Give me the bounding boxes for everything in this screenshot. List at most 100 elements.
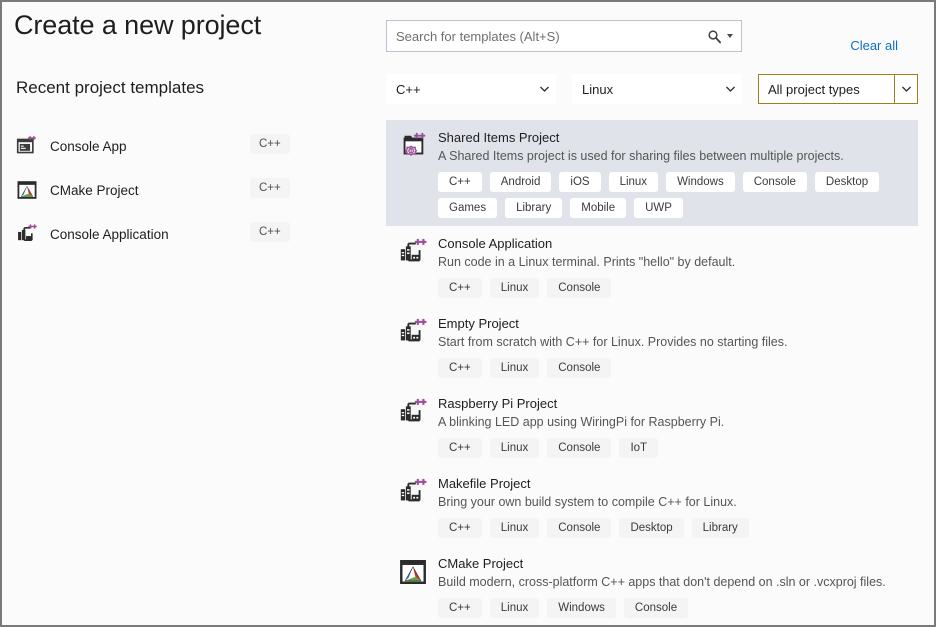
template-title: CMake Project [438,555,918,572]
template-tag: C++ [438,598,482,618]
template-tag: Console [547,358,611,378]
template-description: Bring your own build system to compile C… [438,494,918,511]
template-list-item[interactable]: Console Application Run code in a Linux t… [386,226,918,306]
template-tag: IoT [619,438,658,458]
recent-template-name: Console Application [50,227,169,242]
template-tag: Linux [490,358,540,378]
template-tag: Windows [547,598,616,618]
template-body: Raspberry Pi Project A blinking LED app u… [438,395,918,458]
template-body: Makefile Project Bring your own build sys… [438,475,918,538]
recent-templates-list: Console App C++ CMake Project C++ Console … [2,124,370,256]
template-tag: Windows [666,172,735,192]
recent-template-name: CMake Project [50,183,139,198]
template-tag: Console [547,438,611,458]
create-new-project-dialog: Create a new project Recent project temp… [0,0,936,627]
template-tag: Linux [490,598,540,618]
template-tag: Library [505,198,562,218]
recent-template-item[interactable]: Console Application C++ [2,212,370,256]
template-tag: Android [490,172,552,192]
search-adornments[interactable] [707,29,741,44]
template-tag: C++ [438,358,482,378]
template-body: CMake Project Build modern, cross-platfor… [438,555,918,618]
language-filter-value: C++ [387,82,533,97]
template-tag-row: C++ Linux Console [438,278,908,298]
template-body: Console Application Run code in a Linux t… [438,235,918,298]
template-body: Empty Project Start from scratch with C++… [438,315,918,378]
recent-template-item[interactable]: CMake Project C++ [2,168,370,212]
template-tag: Console [547,278,611,298]
template-title: Shared Items Project [438,129,918,146]
cpp-project-icon [398,317,428,347]
template-description: A Shared Items project is used for shari… [438,148,918,165]
template-tag: Linux [490,278,540,298]
template-description: Run code in a Linux terminal. Prints "he… [438,254,918,271]
template-title: Raspberry Pi Project [438,395,918,412]
cpp-project-icon [398,237,428,267]
template-list[interactable]: Shared Items Project A Shared Items proje… [386,120,918,618]
cmake-project-icon [398,557,428,587]
template-tag-row: C++ Linux Console IoT [438,438,908,458]
template-title: Console Application [438,235,918,252]
chevron-down-icon[interactable] [533,75,555,103]
template-tag: Console [624,598,688,618]
template-tag: Linux [609,172,659,192]
template-tag-row: C++LinuxConsoleDesktopLibrary [438,518,908,538]
template-tag: Games [438,198,497,218]
chevron-down-icon[interactable] [719,75,741,103]
template-description: Start from scratch with C++ for Linux. P… [438,334,918,351]
template-list-item[interactable]: Shared Items Project A Shared Items proje… [386,120,918,226]
template-tag: UWP [634,198,683,218]
shared-items-icon [398,131,428,161]
template-tag: C++ [438,438,482,458]
template-tag: iOS [559,172,600,192]
page-title: Create a new project [14,10,261,41]
template-list-item[interactable]: Empty Project Start from scratch with C++… [386,306,918,386]
template-list-item[interactable]: Raspberry Pi Project A blinking LED app u… [386,386,918,466]
template-tag-row: C++ Linux Console [438,358,908,378]
template-tag: C++ [438,278,482,298]
filter-row: C++ Linux All project types [370,74,934,106]
platform-filter-value: Linux [573,82,719,97]
template-list-item[interactable]: CMake Project Build modern, cross-platfor… [386,546,918,618]
template-tag: C++ [438,172,482,192]
recent-template-language: C++ [250,134,290,154]
template-tag: Desktop [815,172,879,192]
template-tag: Linux [490,438,540,458]
search-box[interactable] [386,20,742,52]
search-icon[interactable] [707,29,722,44]
template-tag-row: C++ Linux Windows Console [438,598,908,618]
recent-template-language: C++ [250,222,290,242]
template-tag: Library [692,518,749,538]
chevron-down-icon[interactable] [894,75,917,103]
platform-filter[interactable]: Linux [572,74,742,104]
template-tag: Linux [490,518,540,538]
project-type-filter[interactable]: All project types [758,74,918,104]
recent-templates-heading: Recent project templates [16,78,204,98]
template-tag: C++ [438,518,482,538]
template-list-item[interactable]: Makefile Project Bring your own build sys… [386,466,918,546]
recent-template-item[interactable]: Console App C++ [2,124,370,168]
recent-template-language: C++ [250,178,290,198]
right-panel: Clear all C++ Linux All project types Shar… [370,2,934,625]
console-application-icon [16,223,38,245]
template-tag: Console [547,518,611,538]
template-description: Build modern, cross-platform C++ apps th… [438,574,918,591]
template-tag: Console [743,172,807,192]
console-app-icon [16,135,38,157]
template-body: Shared Items Project A Shared Items proje… [438,129,918,218]
language-filter[interactable]: C++ [386,74,556,104]
cpp-project-icon [398,397,428,427]
template-description: A blinking LED app using WiringPi for Ra… [438,414,918,431]
template-tag: Mobile [570,198,626,218]
chevron-down-icon[interactable] [727,34,733,38]
left-panel: Create a new project Recent project temp… [2,2,370,625]
project-type-filter-value: All project types [759,82,894,97]
template-tag-row: C++ Android iOS Linux Windows Console Desktop G… [438,172,908,218]
search-input[interactable] [387,22,707,50]
template-title: Empty Project [438,315,918,332]
cpp-project-icon [398,477,428,507]
recent-template-name: Console App [50,139,127,154]
template-title: Makefile Project [438,475,918,492]
cmake-project-icon [16,179,38,201]
clear-all-link[interactable]: Clear all [850,38,898,53]
